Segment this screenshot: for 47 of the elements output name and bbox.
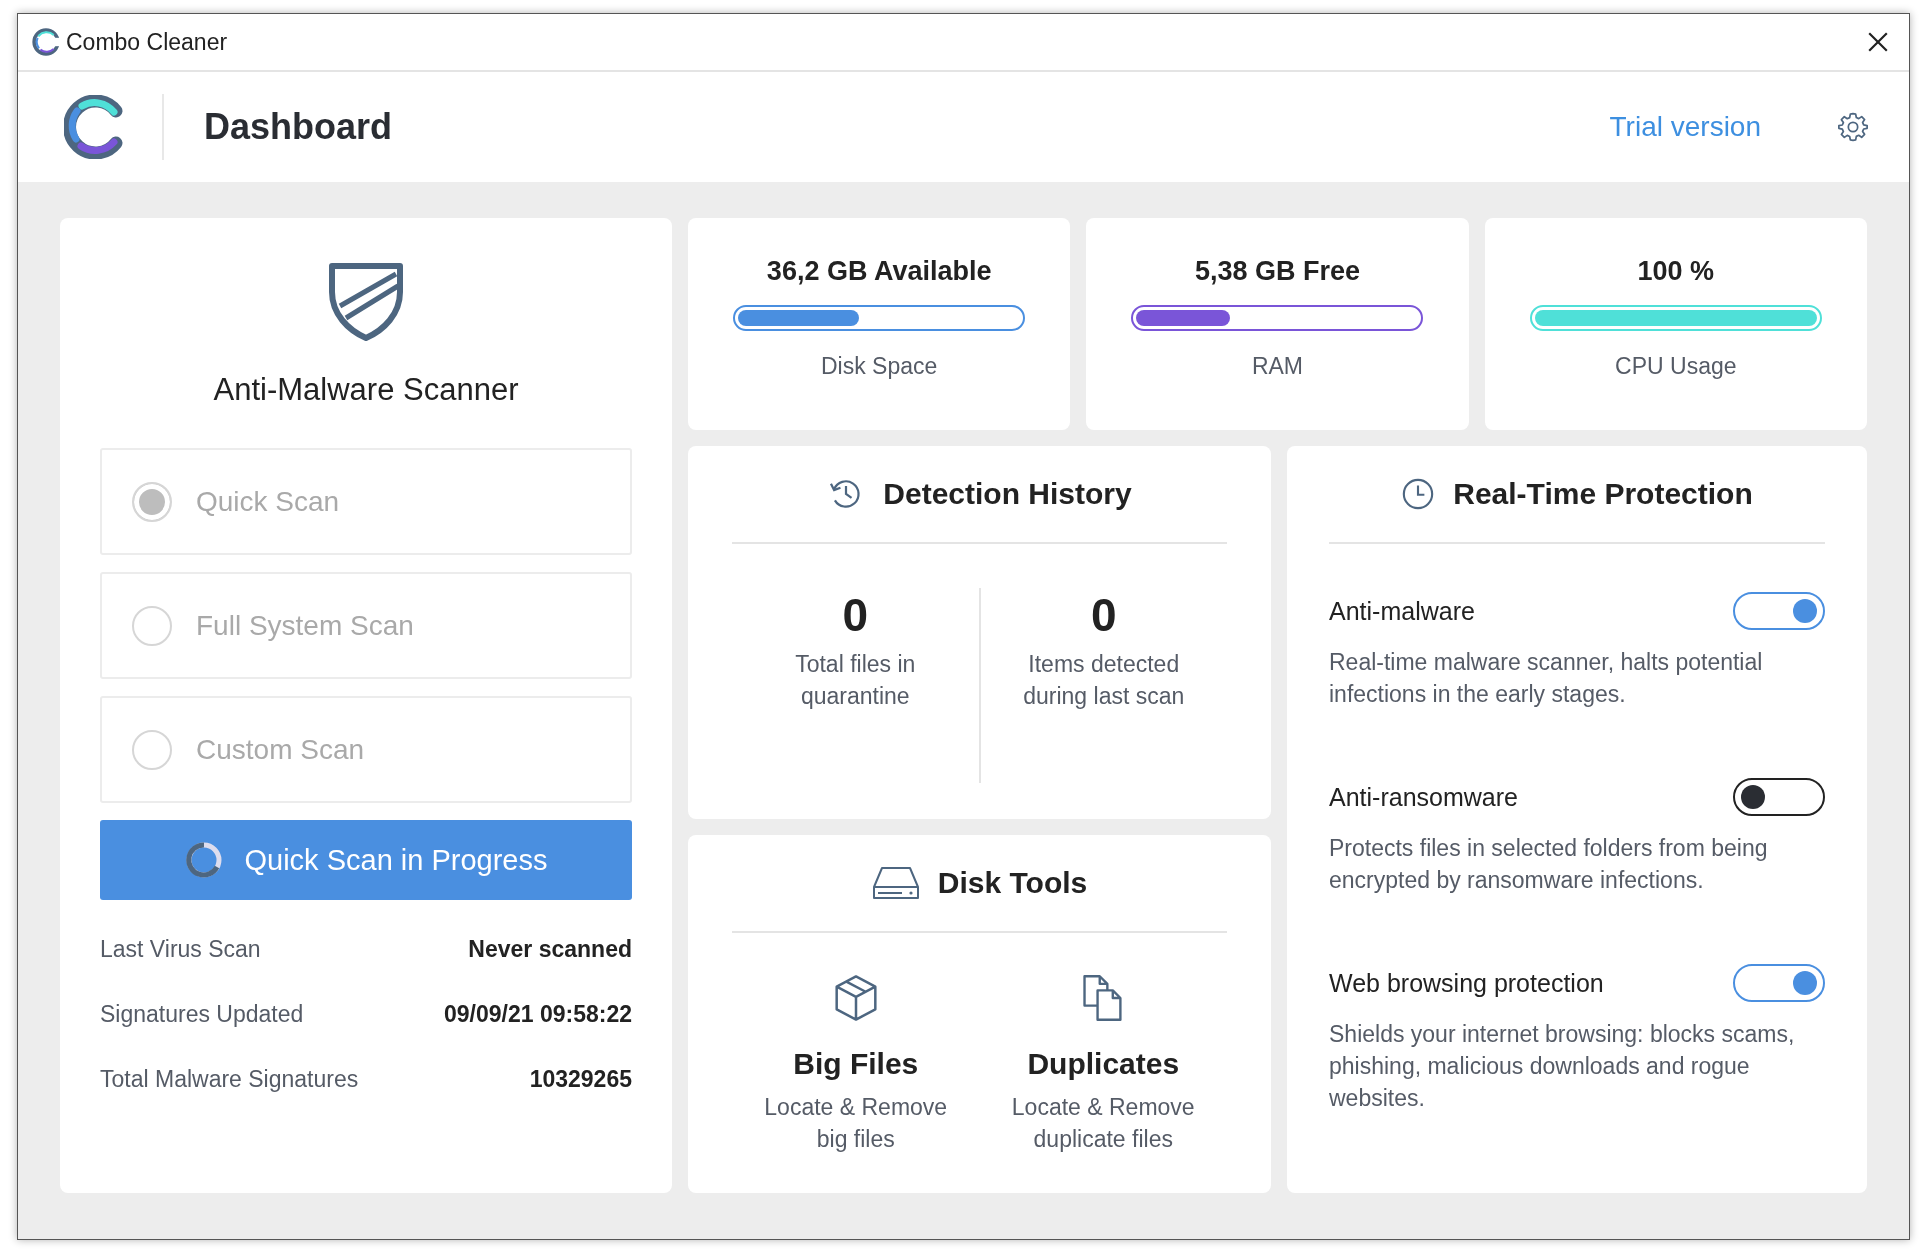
protection-description: Real-time malware scanner, halts potential infections in the early stages. [1329, 648, 1764, 709]
protection-name: Web browsing protection [1329, 968, 1604, 998]
clock-icon [1401, 477, 1436, 511]
info-value: 09/09/21 09:58:22 [444, 1001, 632, 1028]
protection-name: Anti-ransomware [1329, 782, 1518, 812]
scan-button[interactable]: Quick Scan in Progress [100, 820, 632, 900]
card-title: Anti-Malware Scanner [213, 372, 519, 408]
card-title: Disk Tools [937, 866, 1088, 900]
info-label: Last Virus Scan [100, 936, 261, 963]
close-icon[interactable] [1867, 31, 1889, 53]
window-title: Combo Cleaner [66, 28, 228, 56]
stat-count: 0 [841, 588, 870, 642]
trial-version-link[interactable]: Trial version [1609, 111, 1761, 143]
meter-label: Disk Space [821, 353, 938, 380]
toggle-switch[interactable] [1733, 964, 1825, 1002]
info-label: Total Malware Signatures [100, 1066, 359, 1093]
meter-value: 5,38 GB Free [1194, 256, 1361, 287]
meter-label: CPU Usage [1615, 353, 1737, 380]
scan-option-label: Full System Scan [196, 609, 414, 642]
settings-icon[interactable] [1837, 111, 1869, 143]
meter-value: 36,2 GB Available [766, 256, 992, 287]
protection-description: Shields your internet browsing: blocks scams, phishing, malicious downloads and rogue websites. [1329, 1020, 1796, 1113]
info-value: 10329265 [529, 1066, 632, 1093]
shield-icon [328, 262, 404, 342]
info-value: Never scanned [468, 936, 632, 963]
tool-title[interactable]: Big Files [793, 1047, 919, 1081]
hard-drive-icon [871, 865, 920, 901]
scan-option-label: Quick Scan [196, 485, 340, 518]
scan-option-label: Custom Scan [196, 733, 365, 766]
page-title: Dashboard [204, 106, 393, 148]
logo-icon [32, 28, 60, 56]
stat-label: Items detected during last scan [1022, 650, 1186, 711]
meter-value: 100 % [1637, 256, 1715, 287]
protection-name: Anti-malware [1329, 596, 1475, 626]
stat-count: 0 [1089, 588, 1118, 642]
stat-label: Total files in quarantine [794, 650, 917, 711]
box-icon[interactable] [832, 973, 879, 1023]
protection-description: Protects files in selected folders from being encrypted by ransomware infections. [1329, 834, 1769, 895]
toggle-switch[interactable] [1733, 592, 1825, 630]
tool-description: Locate & Remove big files [763, 1093, 949, 1154]
card-title: Detection History [883, 477, 1132, 511]
info-label: Signatures Updated [100, 1001, 304, 1028]
card-title: Real-Time Protection [1453, 477, 1753, 511]
tool-description: Locate & Remove duplicate files [1010, 1093, 1196, 1154]
toggle-switch[interactable] [1733, 778, 1825, 816]
tool-title[interactable]: Duplicates [1027, 1047, 1180, 1081]
meter-label: RAM [1251, 353, 1304, 380]
